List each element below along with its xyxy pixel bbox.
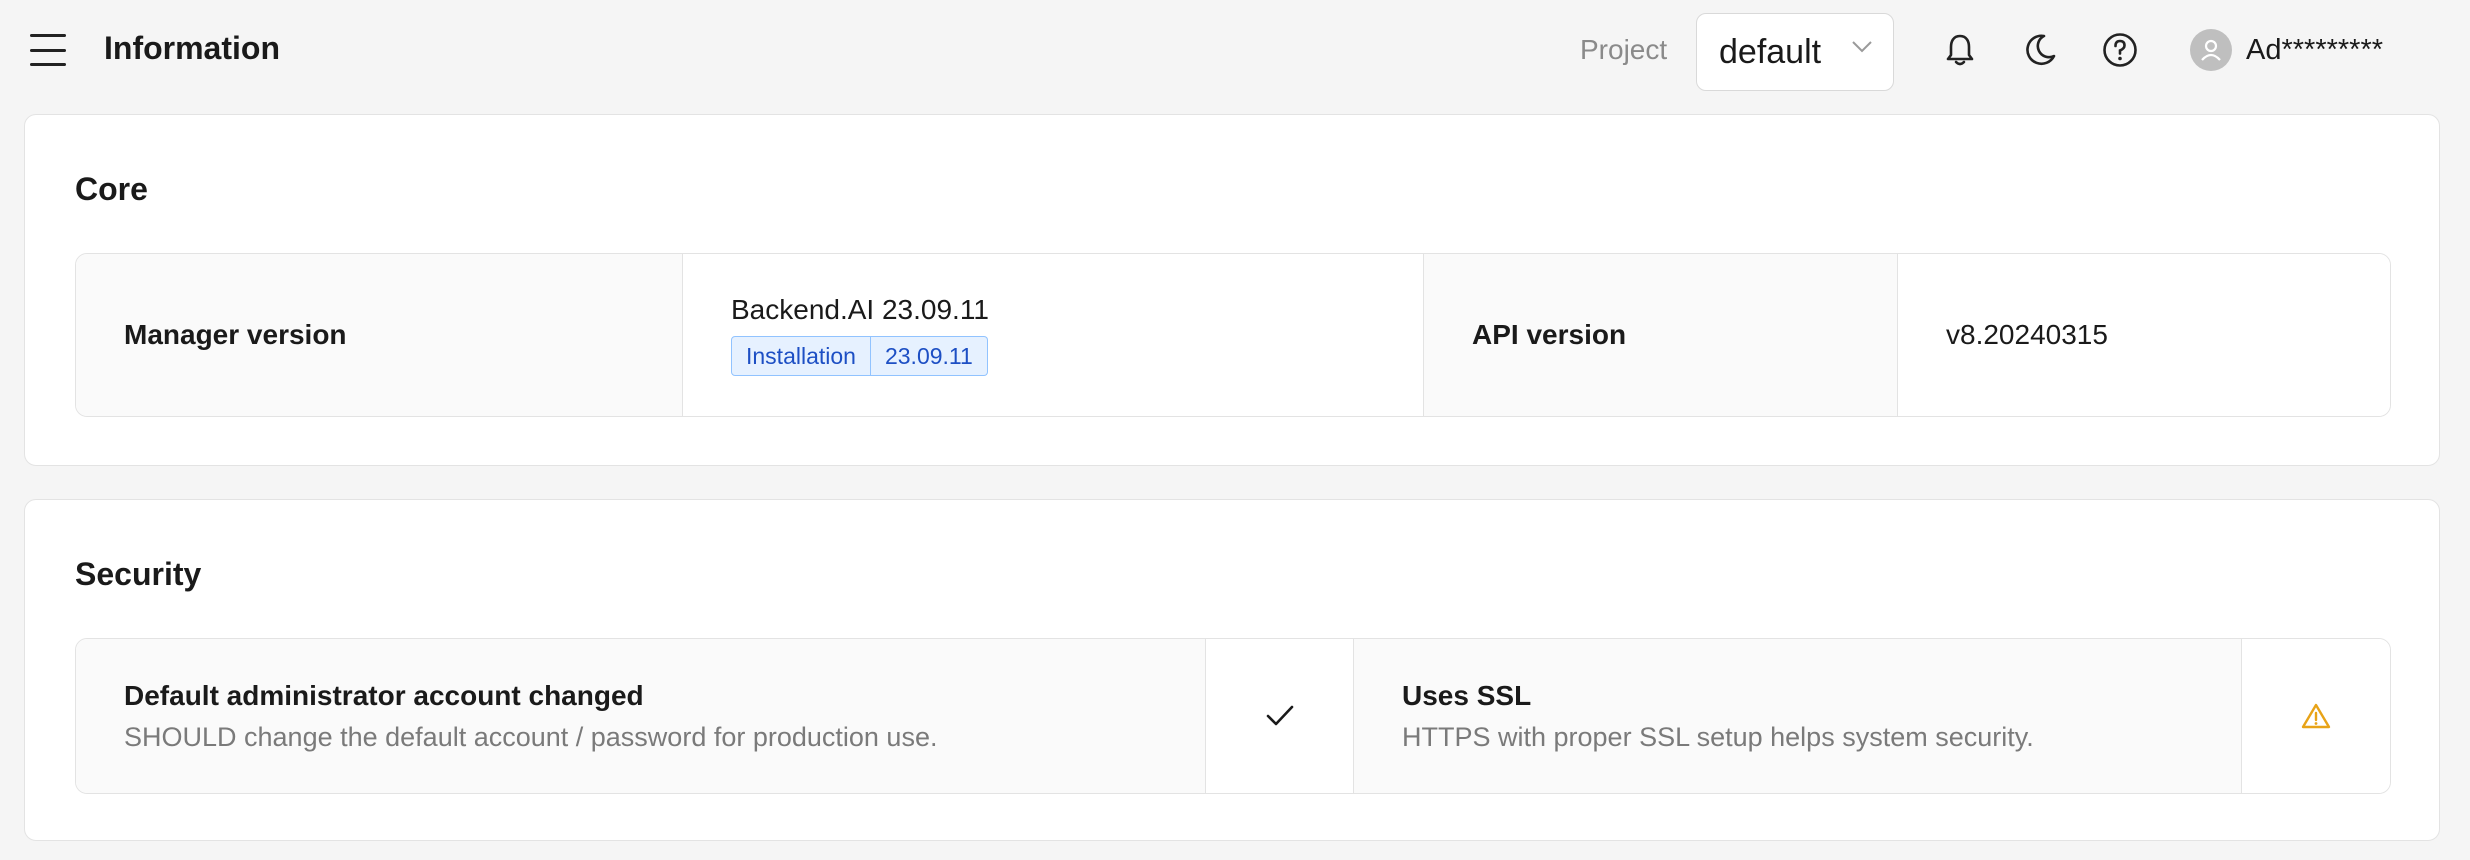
security-item-title: Default administrator account changed — [124, 679, 644, 711]
security-card: Security Default administrator account c… — [24, 499, 2440, 841]
manager-version-label: Manager version — [124, 319, 347, 350]
installation-tag: Installation — [731, 336, 871, 376]
security-status-cell — [1206, 639, 1354, 793]
core-card: Core Manager version Backend.AI 23.09.11… — [24, 114, 2440, 466]
core-title: Core — [75, 171, 148, 207]
security-item-description: HTTPS with proper SSL setup helps system… — [1402, 721, 2034, 752]
project-select-value: default — [1719, 32, 1822, 71]
chevron-down-icon — [1852, 41, 1872, 53]
security-descriptions: Default administrator account changed SH… — [75, 638, 2391, 794]
top-bar: Information Project default Ad********* — [0, 0, 2470, 104]
api-version-label-cell: API version — [1424, 254, 1898, 416]
menu-icon[interactable] — [30, 34, 66, 66]
page-title: Information — [104, 30, 280, 66]
api-version-value: v8.20240315 — [1946, 319, 2108, 350]
security-item-title: Uses SSL — [1402, 679, 1532, 711]
api-version-label: API version — [1472, 319, 1627, 350]
security-item-description: SHOULD change the default account / pass… — [124, 721, 938, 752]
check-icon — [1266, 705, 1293, 726]
manager-version-label-cell: Manager version — [76, 254, 683, 416]
help-icon[interactable] — [2100, 30, 2140, 70]
core-descriptions: Manager version Backend.AI 23.09.11 Inst… — [75, 253, 2391, 417]
user-name: Ad********* — [2246, 33, 2384, 66]
installation-version-tag: 23.09.11 — [870, 336, 988, 376]
security-item-ssl: Uses SSL HTTPS with proper SSL setup hel… — [1354, 639, 2242, 793]
project-label: Project — [1580, 34, 1668, 65]
security-title: Security — [75, 556, 202, 592]
user-menu[interactable]: Ad********* — [2190, 28, 2383, 72]
api-version-value-cell: v8.20240315 — [1898, 254, 2390, 416]
manager-version-value: Backend.AI 23.09.11 — [731, 294, 989, 325]
warning-icon — [2301, 703, 2331, 729]
project-select[interactable]: default — [1696, 13, 1894, 91]
bell-icon[interactable] — [1940, 30, 1980, 70]
installation-tag-group: Installation 23.09.11 — [731, 336, 988, 376]
security-item-admin-account: Default administrator account changed SH… — [76, 639, 1206, 793]
moon-icon[interactable] — [2020, 30, 2060, 70]
security-status-cell — [2242, 639, 2390, 793]
manager-version-value-cell: Backend.AI 23.09.11 Installation 23.09.1… — [683, 254, 1424, 416]
user-avatar-icon — [2190, 29, 2232, 71]
